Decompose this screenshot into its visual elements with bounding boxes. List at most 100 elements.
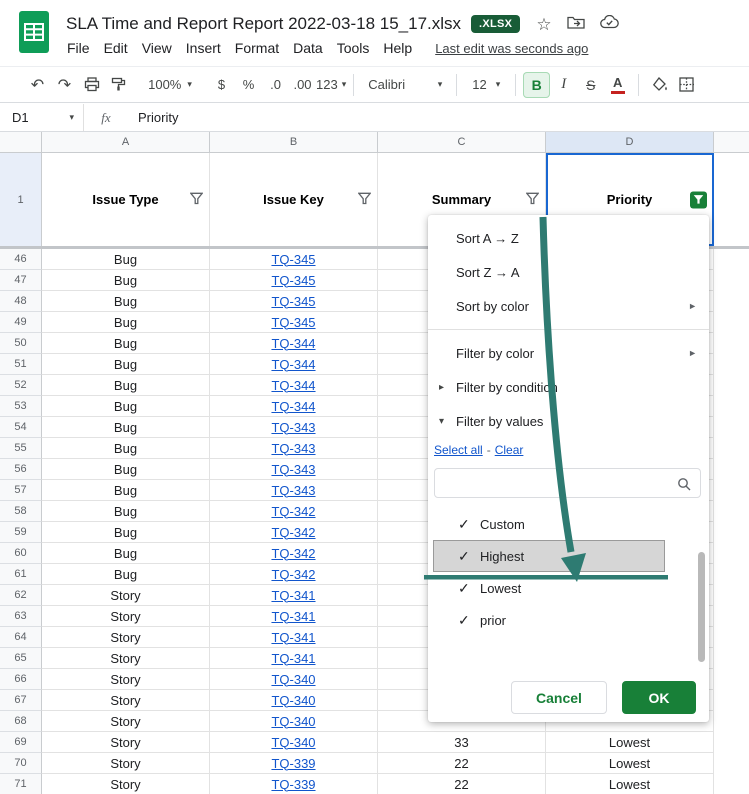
issue-key-link[interactable]: TQ-343: [271, 441, 315, 456]
issue-key-link[interactable]: TQ-345: [271, 252, 315, 267]
font-select[interactable]: Calibri▾: [361, 72, 449, 98]
menu-edit[interactable]: Edit: [97, 37, 135, 59]
row-number[interactable]: 46: [0, 249, 42, 270]
cell-issue-type[interactable]: Story: [42, 627, 210, 648]
filter-value-custom[interactable]: ✓ Custom: [433, 508, 665, 540]
row-number[interactable]: 71: [0, 774, 42, 794]
cell-issue-type[interactable]: Bug: [42, 312, 210, 333]
row-number[interactable]: 61: [0, 564, 42, 585]
menu-item-filter-by-color[interactable]: Filter by color ►: [428, 336, 709, 370]
menu-file[interactable]: File: [60, 37, 97, 59]
cell-issue-key[interactable]: TQ-340: [210, 711, 378, 732]
issue-key-link[interactable]: TQ-341: [271, 609, 315, 624]
row-number[interactable]: 55: [0, 438, 42, 459]
bold-button[interactable]: B: [523, 72, 550, 98]
format-currency-button[interactable]: $: [208, 72, 235, 98]
select-all-link[interactable]: Select all: [434, 443, 483, 457]
issue-key-link[interactable]: TQ-340: [271, 735, 315, 750]
issue-key-link[interactable]: TQ-344: [271, 357, 315, 372]
issue-key-link[interactable]: TQ-342: [271, 525, 315, 540]
name-box[interactable]: D1 ▾: [0, 104, 84, 131]
cell-issue-type[interactable]: Story: [42, 585, 210, 606]
cell-issue-key[interactable]: TQ-342: [210, 501, 378, 522]
cell-issue-key[interactable]: TQ-345: [210, 249, 378, 270]
cell-issue-key[interactable]: TQ-342: [210, 522, 378, 543]
cell-issue-key[interactable]: TQ-341: [210, 648, 378, 669]
cell-issue-type[interactable]: Bug: [42, 480, 210, 501]
issue-key-link[interactable]: TQ-344: [271, 399, 315, 414]
cell-issue-key[interactable]: TQ-340: [210, 690, 378, 711]
cell-issue-type[interactable]: Bug: [42, 375, 210, 396]
row-number[interactable]: 56: [0, 459, 42, 480]
cell-issue-type[interactable]: Bug: [42, 291, 210, 312]
star-icon[interactable]: ☆: [536, 16, 551, 33]
row-number[interactable]: 63: [0, 606, 42, 627]
issue-key-link[interactable]: TQ-345: [271, 315, 315, 330]
cell-issue-key[interactable]: TQ-339: [210, 753, 378, 774]
issue-key-link[interactable]: TQ-340: [271, 672, 315, 687]
cell-issue-key[interactable]: TQ-345: [210, 291, 378, 312]
cell-issue-type[interactable]: Bug: [42, 501, 210, 522]
number-format-select[interactable]: 123▾: [316, 72, 346, 98]
active-filter-funnel-icon[interactable]: [690, 191, 707, 208]
increase-decimal-button[interactable]: .00: [289, 72, 316, 98]
cell-issue-key[interactable]: TQ-344: [210, 375, 378, 396]
cell-issue-key[interactable]: TQ-343: [210, 438, 378, 459]
row-number[interactable]: 65: [0, 648, 42, 669]
cell-priority[interactable]: Lowest: [546, 774, 714, 794]
menu-item-filter-by-condition[interactable]: ▸ Filter by condition: [428, 370, 709, 404]
filter-value-lowest[interactable]: ✓ Lowest: [433, 572, 665, 604]
header-cell-issue-type[interactable]: Issue Type: [42, 153, 210, 246]
fill-color-button[interactable]: [646, 72, 673, 98]
menu-insert[interactable]: Insert: [179, 37, 228, 59]
cell-issue-type[interactable]: Story: [42, 648, 210, 669]
row-number[interactable]: 69: [0, 732, 42, 753]
issue-key-link[interactable]: TQ-341: [271, 588, 315, 603]
issue-key-link[interactable]: TQ-341: [271, 630, 315, 645]
cell-issue-type[interactable]: Story: [42, 732, 210, 753]
cell-issue-type[interactable]: Story: [42, 774, 210, 794]
issue-key-link[interactable]: TQ-342: [271, 567, 315, 582]
cell-issue-type[interactable]: Bug: [42, 249, 210, 270]
move-folder-icon[interactable]: [567, 15, 585, 34]
filter-funnel-icon[interactable]: [190, 192, 203, 207]
header-cell-issue-key[interactable]: Issue Key: [210, 153, 378, 246]
filter-funnel-icon[interactable]: [358, 192, 371, 207]
cell-issue-type[interactable]: Bug: [42, 564, 210, 585]
row-number[interactable]: 60: [0, 543, 42, 564]
cell-priority[interactable]: Lowest: [546, 732, 714, 753]
issue-key-link[interactable]: TQ-339: [271, 756, 315, 771]
cell-issue-type[interactable]: Bug: [42, 354, 210, 375]
cell-issue-key[interactable]: TQ-342: [210, 543, 378, 564]
paint-format-button[interactable]: [105, 72, 132, 98]
cell-issue-key[interactable]: TQ-344: [210, 396, 378, 417]
row-number[interactable]: 48: [0, 291, 42, 312]
cell-issue-type[interactable]: Story: [42, 753, 210, 774]
redo-button[interactable]: ↷: [51, 72, 78, 98]
cell-issue-type[interactable]: Bug: [42, 543, 210, 564]
cell-issue-key[interactable]: TQ-345: [210, 312, 378, 333]
cell-issue-key[interactable]: TQ-340: [210, 732, 378, 753]
menu-format[interactable]: Format: [228, 37, 286, 59]
cell-issue-type[interactable]: Story: [42, 669, 210, 690]
column-header-c[interactable]: C: [378, 132, 546, 153]
issue-key-link[interactable]: TQ-342: [271, 504, 315, 519]
column-header-d[interactable]: D: [546, 132, 714, 153]
issue-key-link[interactable]: TQ-343: [271, 483, 315, 498]
cell-summary[interactable]: 33: [378, 732, 546, 753]
row-number[interactable]: 53: [0, 396, 42, 417]
cell-issue-type[interactable]: Story: [42, 690, 210, 711]
issue-key-link[interactable]: TQ-344: [271, 378, 315, 393]
decrease-decimal-button[interactable]: .0: [262, 72, 289, 98]
formula-input[interactable]: Priority: [128, 110, 178, 125]
strikethrough-button[interactable]: S: [577, 72, 604, 98]
column-header-a[interactable]: A: [42, 132, 210, 153]
row-number[interactable]: 68: [0, 711, 42, 732]
cell-issue-key[interactable]: TQ-341: [210, 585, 378, 606]
ok-button[interactable]: OK: [622, 681, 696, 714]
last-edit-link[interactable]: Last edit was seconds ago: [435, 41, 588, 56]
menu-item-sort-az[interactable]: Sort A → Z: [428, 221, 709, 255]
cell-issue-key[interactable]: TQ-341: [210, 627, 378, 648]
cell-issue-type[interactable]: Bug: [42, 270, 210, 291]
cancel-button[interactable]: Cancel: [511, 681, 607, 714]
